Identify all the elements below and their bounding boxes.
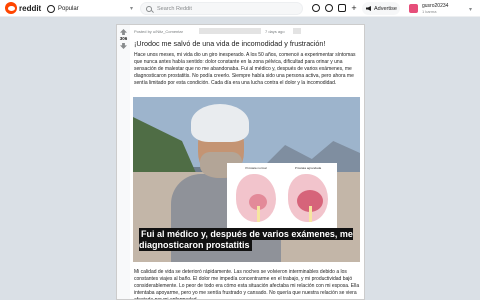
post-time: 7 days ago (265, 29, 285, 34)
chat-icon[interactable] (325, 4, 333, 12)
diagram-label-normal: Próstata normal (245, 166, 267, 170)
post-title[interactable]: ¡Urodoc me salvó de una vida de incomodi… (134, 39, 360, 48)
search-input[interactable]: Search Reddit (140, 2, 303, 15)
advertise-label: Advertise (374, 5, 397, 12)
prostate-diagram: Próstata normal Próstata agrandada (227, 163, 337, 229)
post-card[interactable]: 306 Posted by u/Nitz_Comentar 7 days ago… (116, 24, 365, 300)
popular-trending-icon[interactable] (312, 4, 320, 12)
vote-score: 306 (119, 36, 128, 41)
megaphone-icon (366, 6, 371, 11)
diagram-panel-enlarged: Próstata agrandada (283, 166, 333, 224)
caption-text: Fui al médico y, después de varios exáme… (139, 228, 353, 251)
posted-by-label: Posted by (134, 29, 152, 34)
reddit-alien-icon (5, 2, 17, 14)
chevron-down-icon: ▾ (468, 7, 472, 13)
feed-label: Popular (58, 5, 79, 12)
brand-name: reddit (19, 3, 42, 13)
vote-column: 306 (117, 25, 130, 299)
chevron-down-icon: ▾ (129, 6, 133, 12)
avatar (409, 4, 418, 13)
advertise-button[interactable]: Advertise (362, 2, 400, 15)
redacted-bar (199, 28, 261, 34)
post-meta: Posted by u/Nitz_Comentar (134, 29, 183, 34)
redacted-bar (293, 28, 301, 34)
post-body-continued: Mi calidad de vida se deterioró rápidame… (134, 269, 360, 300)
user-menu[interactable]: gusro20234 1 karma ▾ (405, 1, 475, 16)
post-image[interactable]: Próstata normal Próstata agrandada Fui a… (133, 97, 360, 262)
upvote-icon[interactable] (120, 29, 127, 35)
author-link[interactable]: u/Nitz_Comentar (153, 29, 183, 34)
feed-selector[interactable]: Popular ▾ (47, 2, 135, 15)
top-header: reddit Popular ▾ Search Reddit + Adverti… (0, 0, 480, 17)
diagram-label-enlarged: Próstata agrandada (294, 166, 322, 170)
downvote-icon[interactable] (120, 43, 127, 49)
username: gusro20234 (422, 2, 449, 9)
reddit-logo[interactable]: reddit (5, 2, 41, 14)
search-icon (146, 5, 152, 12)
post-body: Hace unos meses, mi vida dio un giro ine… (134, 52, 356, 86)
popular-icon (47, 4, 55, 13)
notification-icon[interactable] (338, 4, 346, 12)
search-placeholder: Search Reddit (157, 5, 192, 12)
image-caption: Fui al médico y, después de varios exáme… (139, 228, 354, 251)
karma-count: 1 karma (422, 8, 437, 14)
diagram-panel-normal: Próstata normal (231, 166, 281, 224)
create-post-icon[interactable]: + (350, 4, 358, 13)
